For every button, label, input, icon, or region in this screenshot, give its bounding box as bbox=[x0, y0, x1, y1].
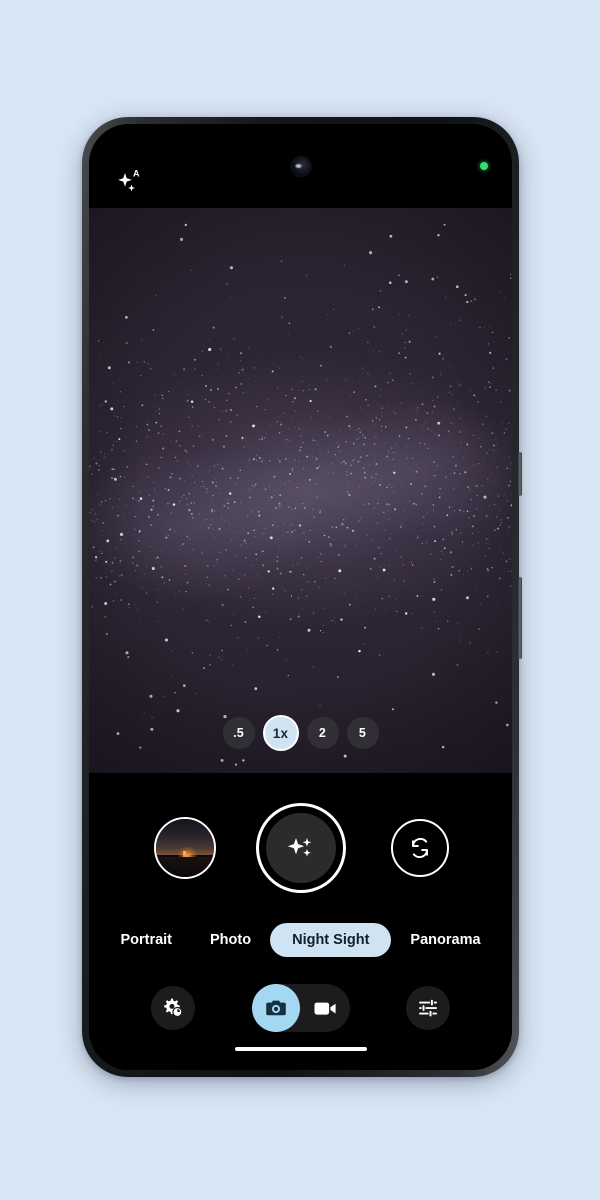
thumbnail-ground bbox=[156, 857, 214, 877]
lens-vignette bbox=[89, 208, 512, 773]
camera-viewfinder[interactable]: .5 1x 2 5 bbox=[89, 208, 512, 773]
capture-mode-toggle bbox=[251, 984, 350, 1032]
settings-button[interactable] bbox=[151, 986, 195, 1030]
shutter-row bbox=[89, 803, 512, 895]
phone-screen: A .5 1x 2 5 Portrait Photo Night Sight P… bbox=[89, 124, 512, 1070]
toggle-video-mode[interactable] bbox=[300, 999, 350, 1018]
toggle-photo-mode[interactable] bbox=[251, 984, 300, 1032]
night-sight-sparkles-icon bbox=[287, 838, 311, 857]
video-camera-icon bbox=[314, 1002, 336, 1015]
shutter-inner-circle bbox=[265, 813, 336, 883]
volume-button[interactable] bbox=[518, 577, 522, 659]
tune-sliders-icon bbox=[419, 998, 437, 1018]
home-indicator-bar[interactable] bbox=[234, 1047, 367, 1051]
camera-controls: Portrait Photo Night Sight Panorama bbox=[89, 773, 512, 1070]
phone-frame: A .5 1x 2 5 Portrait Photo Night Sight P… bbox=[82, 117, 522, 1077]
zoom-option-2[interactable]: 2 bbox=[306, 717, 339, 749]
settings-gear-timer-icon bbox=[164, 998, 183, 1018]
zoom-level-selector: .5 1x 2 5 bbox=[222, 715, 379, 751]
mode-photo[interactable]: Photo bbox=[191, 923, 270, 957]
zoom-option-0[interactable]: .5 bbox=[222, 717, 255, 749]
svg-text:A: A bbox=[133, 169, 140, 179]
sparkles-auto-icon[interactable]: A bbox=[116, 167, 150, 197]
mode-night-sight[interactable]: Night Sight bbox=[270, 923, 392, 957]
mode-panorama[interactable]: Panorama bbox=[391, 923, 499, 957]
status-bar: A bbox=[89, 124, 512, 208]
camera-mode-selector: Portrait Photo Night Sight Panorama bbox=[89, 923, 512, 957]
gallery-thumbnail-button[interactable] bbox=[154, 817, 216, 879]
zoom-option-3[interactable]: 5 bbox=[346, 717, 379, 749]
green-privacy-dot bbox=[480, 162, 488, 170]
mode-portrait[interactable]: Portrait bbox=[101, 923, 191, 957]
zoom-option-1[interactable]: 1x bbox=[262, 715, 299, 751]
photo-camera-icon bbox=[265, 1000, 286, 1016]
flip-camera-button[interactable] bbox=[391, 819, 449, 877]
front-camera-punch-hole bbox=[291, 157, 310, 176]
shutter-button[interactable] bbox=[255, 803, 346, 893]
power-button[interactable] bbox=[518, 452, 522, 496]
tune-button[interactable] bbox=[406, 986, 450, 1030]
flip-camera-icon bbox=[412, 837, 428, 859]
bottom-toolbar bbox=[89, 980, 512, 1036]
